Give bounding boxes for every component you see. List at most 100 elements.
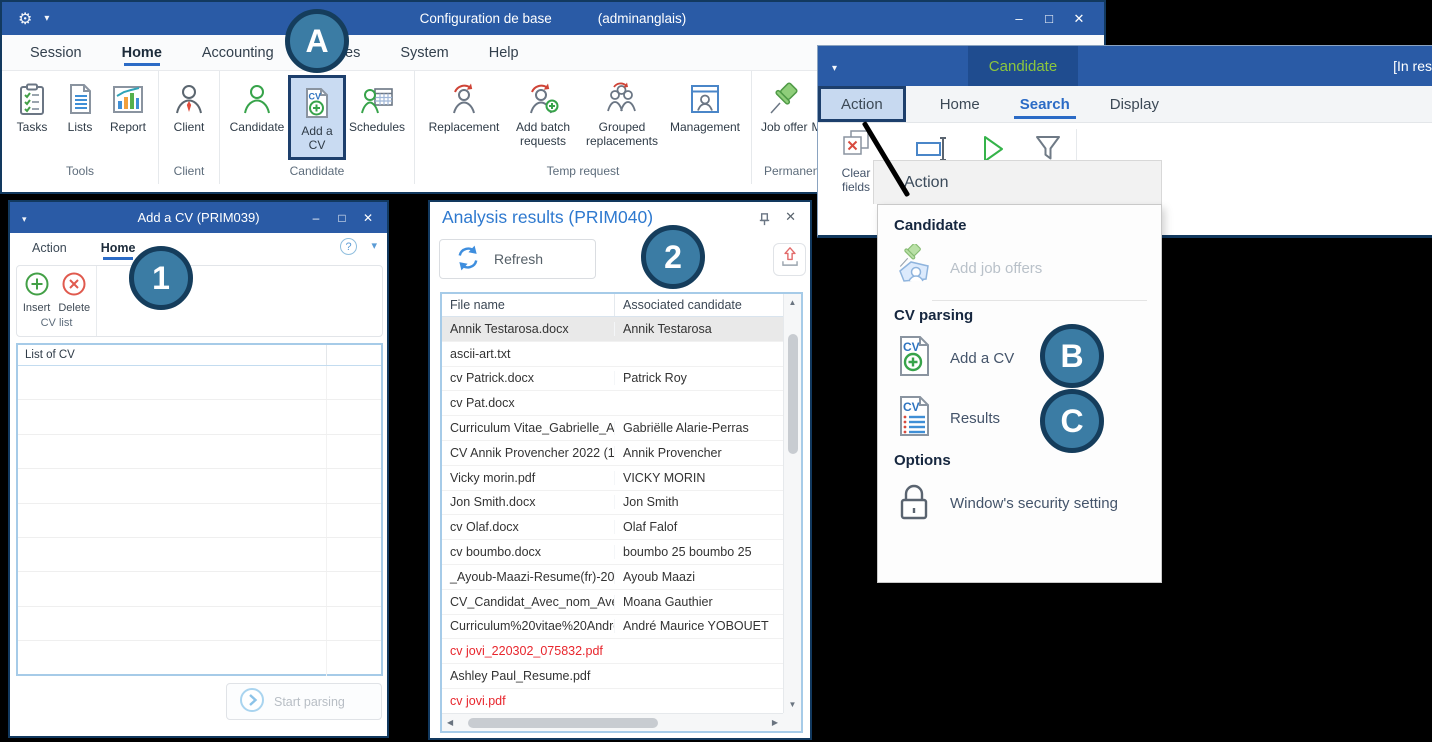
tab-action[interactable]: Action xyxy=(818,86,906,122)
file-name-cell: Curriculum%20vitae%20André%20... xyxy=(442,619,614,633)
tab-home[interactable]: Home xyxy=(122,35,162,70)
minimize-button[interactable]: – xyxy=(303,211,329,225)
close-icon[interactable]: ✕ xyxy=(785,209,796,225)
lists-button[interactable]: Lists xyxy=(56,74,104,158)
table-row[interactable]: Jon Smith.docxJon Smith xyxy=(442,491,783,516)
table-row[interactable]: _Ayoub-Maazi-Resume(fr)-2022.do...Ayoub … xyxy=(442,565,783,590)
vertical-scrollbar[interactable]: ▲ ▼ xyxy=(783,294,801,713)
menu-item-add-job-offers[interactable]: Add job offers xyxy=(892,238,1161,298)
insert-icon xyxy=(24,271,50,300)
close-button[interactable]: ✕ xyxy=(1064,11,1094,27)
table-row[interactable]: Ashley Paul_Resume.pdf xyxy=(442,664,783,689)
tab-session[interactable]: Session xyxy=(30,35,82,70)
candidate-button[interactable]: Candidate xyxy=(226,74,288,158)
main-titlebar: ⚙ ▾ Configuration de base (adminanglais)… xyxy=(2,2,1104,35)
add-a-cv-button[interactable]: CV Add a CV xyxy=(288,75,346,160)
empty-row xyxy=(18,641,381,675)
table-row[interactable]: CV_Candidat_Avec_nom_Avec_coo...Moana Ga… xyxy=(442,590,783,615)
management-button[interactable]: Management xyxy=(665,74,745,158)
maximize-button[interactable]: □ xyxy=(1034,11,1064,27)
client-button[interactable]: Client xyxy=(165,74,213,158)
candidate-cell: Moana Gauthier xyxy=(614,595,783,609)
horizontal-scroll-thumb[interactable] xyxy=(468,718,658,728)
tab-accounting[interactable]: Accounting xyxy=(202,35,274,70)
pin-icon[interactable] xyxy=(757,212,772,232)
insert-button[interactable]: Insert xyxy=(23,271,51,314)
refresh-button[interactable]: Refresh xyxy=(439,239,596,279)
tab-home[interactable]: Home xyxy=(101,233,136,262)
action-menu-header[interactable]: Action xyxy=(873,160,1162,204)
candidate-cell: Annik Testarosa xyxy=(614,322,783,336)
export-button[interactable] xyxy=(773,243,806,276)
menu-item-window-security-setting[interactable]: Window's security setting xyxy=(892,473,1161,533)
table-row[interactable]: cv jovi_220302_075832.pdf xyxy=(442,639,783,664)
cv-list-table[interactable]: List of CV xyxy=(16,343,383,676)
tab-home[interactable]: Home xyxy=(920,86,1000,122)
table-row[interactable]: Vicky morin.pdfVICKY MORIN xyxy=(442,466,783,491)
scroll-down-icon[interactable]: ▼ xyxy=(784,700,801,709)
tab-search[interactable]: Search xyxy=(1000,86,1090,122)
table-row[interactable]: cv boumbo.docxboumbo 25 boumbo 25 xyxy=(442,540,783,565)
table-row[interactable]: Annik Testarosa.docxAnnik Testarosa xyxy=(442,317,783,342)
action-menu: Candidate Add job offers CV parsing CV A… xyxy=(877,204,1162,583)
table-row[interactable]: CV Annik Provencher 2022 (1).pdfAnnik Pr… xyxy=(442,441,783,466)
column-header-empty[interactable] xyxy=(326,345,381,365)
quick-access-chevron-icon[interactable]: ▾ xyxy=(22,214,27,224)
candidate-cell: Patrick Roy xyxy=(614,371,783,385)
job-offer-icon xyxy=(767,80,801,118)
empty-row xyxy=(18,469,381,503)
scroll-up-icon[interactable]: ▲ xyxy=(784,298,801,307)
start-parsing-button[interactable]: Start parsing xyxy=(226,683,382,720)
refresh-icon xyxy=(454,244,482,275)
gear-icon[interactable]: ⚙ xyxy=(18,9,32,29)
scroll-right-icon[interactable]: ▶ xyxy=(772,718,778,727)
help-icon[interactable]: ? xyxy=(340,238,357,255)
quick-access-chevron-icon[interactable]: ▾ xyxy=(44,13,49,24)
table-row[interactable]: cv Pat.docx xyxy=(442,391,783,416)
job-offer-button[interactable]: Job offer xyxy=(758,74,810,158)
tab-help[interactable]: Help xyxy=(489,35,519,70)
table-row[interactable]: Curriculum Vitae_Gabrielle_Alarie-P...Ga… xyxy=(442,416,783,441)
delete-button[interactable]: Delete xyxy=(58,271,90,314)
table-row[interactable]: cv jovi.pdf xyxy=(442,689,783,713)
column-header-associated-candidate[interactable]: Associated candidate xyxy=(614,294,783,316)
tab-action[interactable]: Action xyxy=(32,233,67,262)
tasks-button[interactable]: Tasks xyxy=(8,74,56,158)
management-icon xyxy=(688,80,722,118)
maximize-button[interactable]: □ xyxy=(329,211,355,225)
add-batch-requests-button[interactable]: Add batch requests xyxy=(507,74,579,158)
file-name-cell: cv jovi.pdf xyxy=(442,694,614,708)
add-batch-requests-icon xyxy=(526,80,560,118)
main-window-title: Configuration de base xyxy=(420,11,552,26)
chevron-down-icon[interactable]: ▾ xyxy=(371,239,377,252)
ribbon-group-tools: Tasks Lists Report Too xyxy=(2,71,159,184)
menu-item-add-a-cv[interactable]: CV Add a CV xyxy=(892,328,1161,388)
column-header-file-name[interactable]: File name xyxy=(442,298,614,312)
panel-title: Analysis results (PRIM040) xyxy=(442,207,653,228)
grouped-replacements-button[interactable]: Grouped replacements xyxy=(579,74,665,158)
close-button[interactable]: ✕ xyxy=(355,211,381,225)
table-row[interactable]: cv Patrick.docxPatrick Roy xyxy=(442,367,783,392)
table-row[interactable]: Curriculum%20vitae%20André%20...André Ma… xyxy=(442,615,783,640)
start-parsing-icon xyxy=(239,687,265,716)
scroll-left-icon[interactable]: ◀ xyxy=(447,718,453,727)
report-button[interactable]: Report xyxy=(104,74,152,158)
minimize-button[interactable]: – xyxy=(1004,11,1034,27)
menu-item-results[interactable]: CV Results xyxy=(892,388,1161,448)
grouped-replacements-icon xyxy=(605,80,639,118)
tab-display[interactable]: Display xyxy=(1090,86,1179,122)
candidate-cell: Ayoub Maazi xyxy=(614,570,783,584)
tasks-icon xyxy=(15,80,49,118)
column-header-list-of-cv[interactable]: List of CV xyxy=(18,349,326,361)
schedules-button[interactable]: Schedules xyxy=(346,74,408,158)
tab-system[interactable]: System xyxy=(400,35,448,70)
menu-section-candidate: Candidate xyxy=(892,213,1161,238)
table-row[interactable]: ascii-art.txt xyxy=(442,342,783,367)
group-label-temp-request: Temp request xyxy=(421,162,745,184)
quick-access-chevron-icon[interactable]: ▾ xyxy=(832,63,837,74)
horizontal-scrollbar[interactable]: ◀ ▶ xyxy=(442,713,783,731)
table-row[interactable]: cv Olaf.docxOlaf Falof xyxy=(442,515,783,540)
ribbon-group-candidate: Candidate CV Add a CV Schedules xyxy=(220,71,415,184)
vertical-scroll-thumb[interactable] xyxy=(788,334,798,454)
replacement-button[interactable]: Replacement xyxy=(421,74,507,158)
